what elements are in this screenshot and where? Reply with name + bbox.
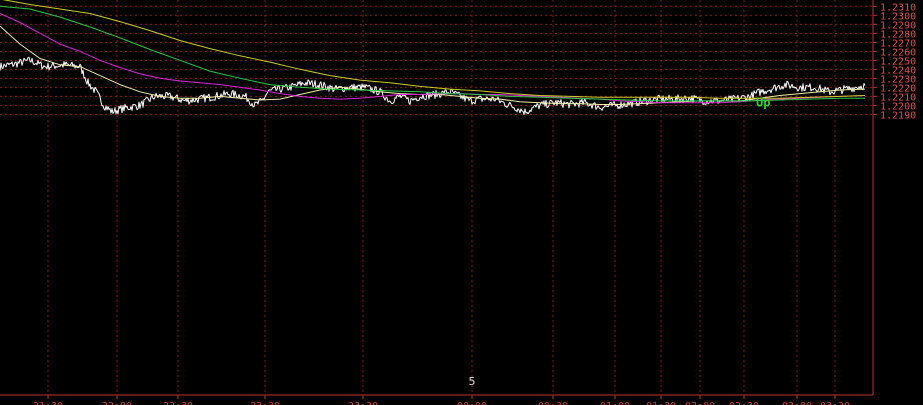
x-tick-label: 00:30 [538, 401, 568, 405]
grid-layer [0, 0, 873, 395]
x-tick-label: 02:30 [729, 401, 759, 405]
y-axis-ticks: 1.23101.23001.22901.22801.22701.22601.22… [873, 2, 916, 121]
x-tick-label: 22:30 [163, 401, 193, 405]
x-tick-label: 21:30 [33, 401, 63, 405]
price-chart: 1.23101.23001.22901.22801.22701.22601.22… [0, 0, 916, 405]
x-tick-label: 23:30 [348, 401, 378, 405]
x-axis-ticks: 21:30 22:00 22:30 23:30 23:30 00:00 00:30 01:00… [33, 395, 850, 405]
y-tick-label: 1.2190 [880, 110, 916, 121]
series-line-2 [0, 13, 866, 104]
trend-annotation: Up [756, 95, 770, 109]
series-line-4 [2, 0, 866, 99]
series-line-0 [0, 56, 866, 115]
x-tick-label: 00:00 [457, 401, 487, 405]
x-tick-label: 03:30 [820, 401, 850, 405]
series-layer [0, 0, 866, 115]
session-marker: 5 [469, 375, 476, 388]
x-tick-label: 01:30 [646, 401, 676, 405]
x-tick-label: 03:00 [782, 401, 812, 405]
x-tick-label: 01:00 [600, 401, 630, 405]
x-tick-label: 22:00 [102, 401, 132, 405]
x-tick-label: 23:30 [250, 401, 280, 405]
x-tick-label: 02:00 [685, 401, 715, 405]
series-line-3 [0, 5, 865, 102]
